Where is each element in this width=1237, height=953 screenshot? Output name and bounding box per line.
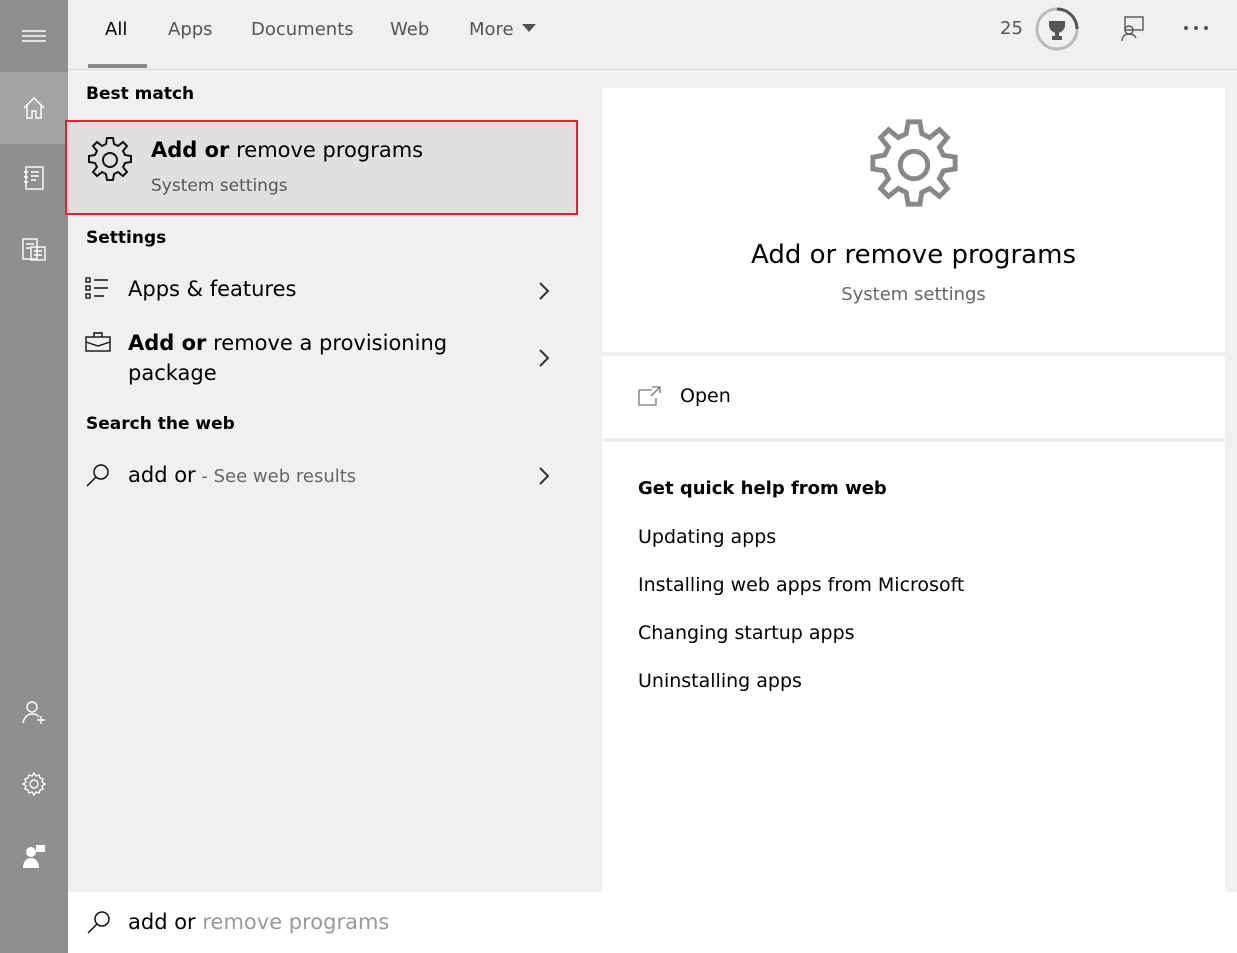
- help-link[interactable]: Changing startup apps: [638, 622, 855, 644]
- result-label: Apps & features: [128, 277, 297, 301]
- trophy-icon[interactable]: [1034, 6, 1080, 52]
- best-match-subtitle: System settings: [151, 176, 288, 196]
- gear-icon: [870, 119, 958, 207]
- tab-web[interactable]: Web: [390, 18, 429, 42]
- result-label: Add or remove a provisioning package: [128, 331, 448, 385]
- open-label: Open: [680, 385, 731, 407]
- quick-help-card: Get quick help from web Updating apps In…: [602, 442, 1225, 892]
- briefcase-icon: [85, 332, 111, 352]
- gear-icon: [21, 771, 47, 797]
- filter-bar: All Apps Documents Web More 25: [68, 0, 1237, 70]
- open-external-icon: [638, 386, 661, 406]
- documents-icon: [22, 238, 46, 261]
- settings-heading: Settings: [86, 228, 167, 248]
- ellipsis-icon: [1184, 26, 1208, 30]
- result-apps-features[interactable]: Apps & features: [68, 270, 568, 314]
- account-button[interactable]: [0, 676, 68, 748]
- gear-icon: [88, 137, 132, 181]
- documents-button[interactable]: [0, 214, 68, 286]
- feedback-button-top[interactable]: [1117, 12, 1149, 44]
- preview-subtitle: System settings: [841, 284, 986, 305]
- home-icon: [23, 97, 45, 119]
- chevron-right-icon: [539, 467, 550, 485]
- help-link[interactable]: Uninstalling apps: [638, 670, 802, 692]
- search-typed-text: add or: [128, 910, 196, 934]
- tab-more[interactable]: More: [469, 18, 536, 42]
- best-match-title: Add or remove programs: [151, 138, 424, 162]
- search-suggestion-text: remove programs: [195, 910, 390, 934]
- web-query: add or - See web results: [128, 463, 357, 487]
- search-icon: [87, 911, 110, 934]
- help-link[interactable]: Installing web apps from Microsoft: [638, 574, 964, 596]
- result-provisioning-package[interactable]: Add or remove a provisioning package: [68, 326, 568, 392]
- feedback-button[interactable]: [0, 820, 68, 892]
- list-icon: [85, 277, 108, 299]
- more-options-button[interactable]: [1180, 12, 1212, 44]
- preview-panel: Add or remove programs System settings O…: [584, 70, 1237, 892]
- person-add-icon: [22, 701, 45, 724]
- settings-button[interactable]: [0, 748, 68, 820]
- result-web-search[interactable]: add or - See web results: [68, 458, 568, 494]
- help-link[interactable]: Updating apps: [638, 526, 776, 548]
- search-icon: [86, 464, 109, 487]
- tab-apps[interactable]: Apps: [168, 18, 213, 42]
- left-rail: [0, 0, 68, 953]
- hamburger-icon: [22, 30, 46, 42]
- tab-all[interactable]: All: [105, 18, 127, 42]
- search-box[interactable]: add or remove programs: [68, 892, 1237, 953]
- best-match-item[interactable]: Add or remove programs System settings: [65, 120, 578, 215]
- best-match-heading: Best match: [86, 84, 195, 104]
- active-tab-indicator: [88, 64, 147, 68]
- preview-header-card: Add or remove programs System settings: [602, 88, 1225, 352]
- results-panel: Best match Add or remove programs System…: [65, 70, 584, 892]
- tab-more-label: More: [469, 19, 514, 40]
- open-action[interactable]: Open: [602, 356, 1225, 438]
- feedback-icon: [1121, 16, 1144, 42]
- home-button[interactable]: [0, 72, 68, 144]
- chevron-right-icon: [539, 349, 550, 367]
- feedback-person-icon: [23, 845, 45, 868]
- search-web-heading: Search the web: [86, 414, 235, 434]
- notebook-icon: [24, 166, 44, 190]
- quick-help-heading: Get quick help from web: [638, 478, 887, 499]
- preview-title: Add or remove programs: [751, 240, 1076, 270]
- caret-down-icon: [521, 24, 536, 32]
- menu-button[interactable]: [0, 0, 68, 72]
- notebook-button[interactable]: [0, 142, 68, 214]
- chevron-right-icon: [539, 282, 550, 300]
- tab-documents[interactable]: Documents: [251, 18, 354, 42]
- search-input[interactable]: add or remove programs: [128, 910, 389, 934]
- rewards-points: 25: [1000, 18, 1023, 39]
